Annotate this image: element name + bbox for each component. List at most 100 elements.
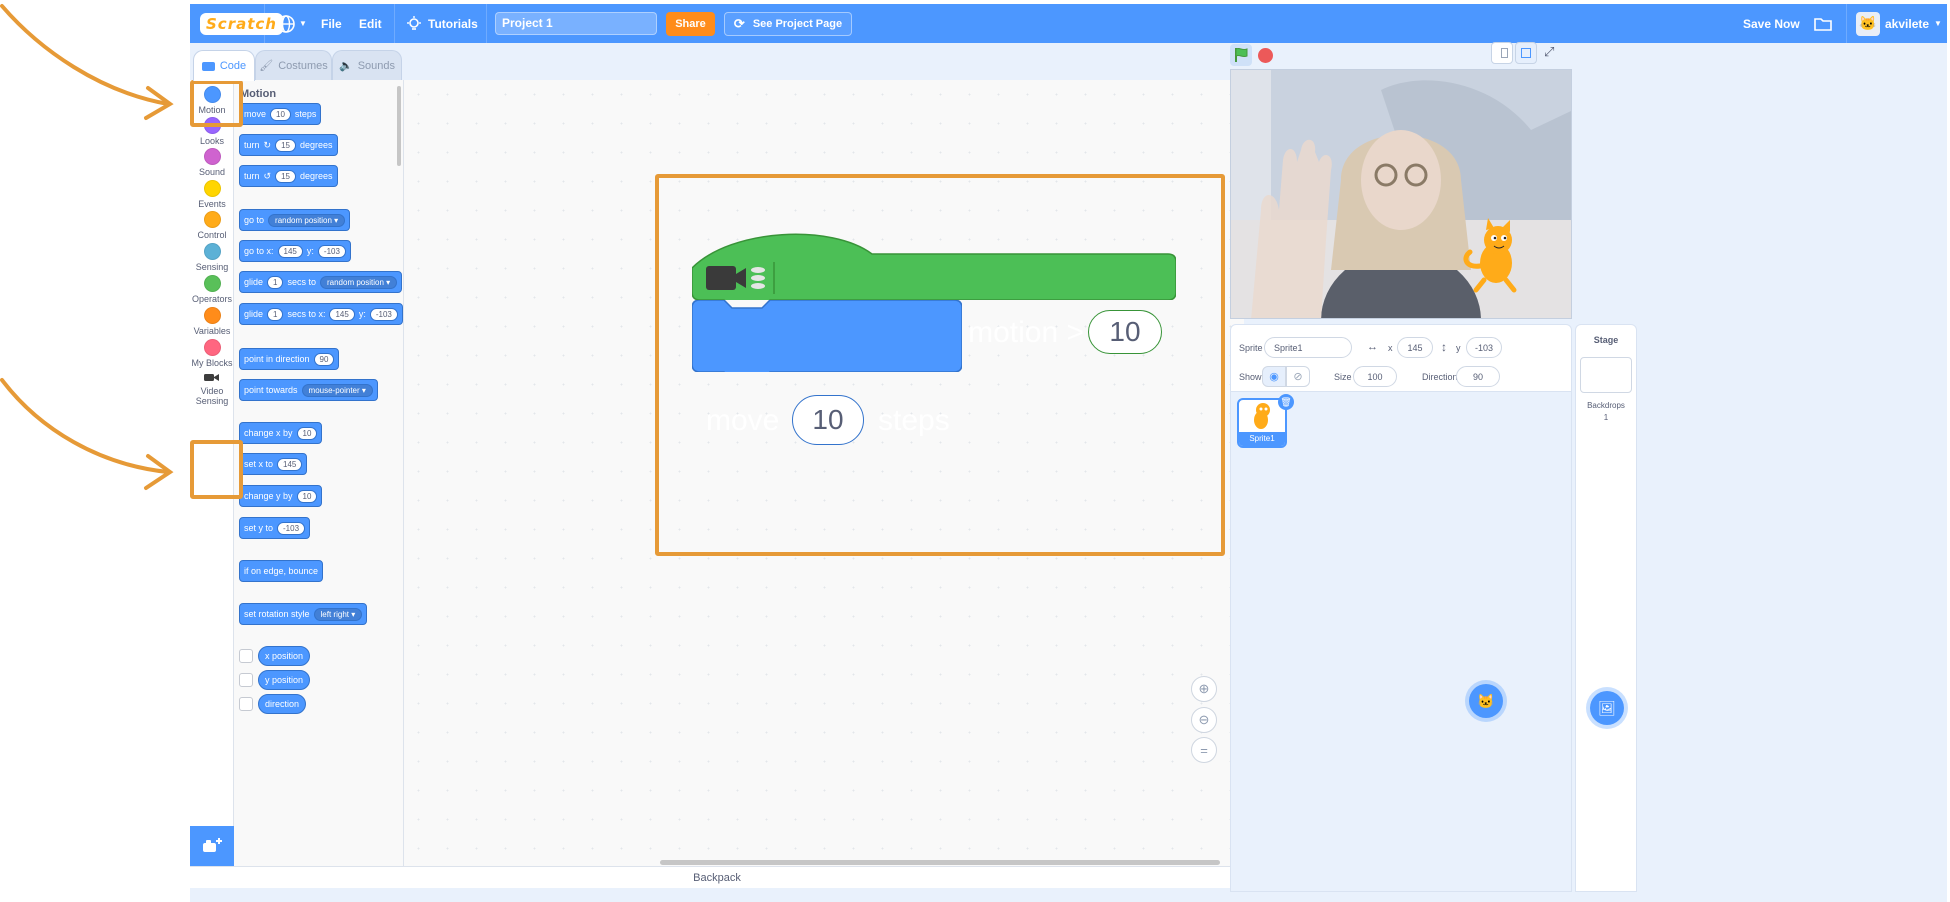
block-number-input[interactable]: 15 (275, 169, 296, 183)
choose-sprite-button[interactable]: 🐱 (1469, 684, 1503, 718)
file-menu[interactable]: File (321, 4, 342, 43)
palette-scrollbar[interactable] (397, 86, 401, 166)
category-operators[interactable]: Operators (190, 275, 234, 304)
rotate-left-icon: ↺ (263, 170, 272, 181)
block-number-input[interactable]: 145 (329, 307, 355, 321)
language-menu[interactable]: ▼ (276, 4, 307, 43)
show-sprite-button[interactable]: ◉ (1262, 366, 1286, 387)
block-dropdown[interactable]: mouse-pointer ▾ (301, 383, 373, 397)
fullscreen-button[interactable]: ⤢ (1540, 42, 1562, 64)
block-number-input[interactable]: 10 (296, 489, 318, 503)
hide-sprite-button[interactable]: ⊘ (1286, 366, 1310, 387)
block-point-towards[interactable]: point towards mouse-pointer ▾ (239, 379, 378, 401)
backdrop-add-icon: 🖼 (1598, 699, 1616, 716)
direction-checkbox[interactable] (239, 697, 253, 711)
block-change-y[interactable]: change y by 10 (239, 485, 323, 507)
zoom-in-button[interactable]: ⊕ (1191, 676, 1217, 702)
block-number-input[interactable]: 1 (267, 307, 284, 321)
share-button[interactable]: Share (666, 12, 715, 36)
tab-code-label: Code (219, 60, 247, 72)
small-stage-button[interactable] (1491, 42, 1513, 64)
stop-button[interactable] (1258, 48, 1273, 63)
block-rotation-style[interactable]: set rotation style left right ▾ (239, 603, 368, 625)
block-dropdown[interactable]: left right ▾ (313, 607, 363, 621)
x-position-checkbox[interactable] (239, 649, 253, 663)
sprite-x-input[interactable]: 145 (1397, 337, 1433, 358)
block-move-steps[interactable]: move 10 steps (239, 103, 322, 125)
block-text: steps (294, 109, 317, 119)
block-glide-to[interactable]: glide 1 secs to random position ▾ (239, 271, 403, 293)
normal-stage-button[interactable] (1515, 42, 1537, 64)
choose-backdrop-button[interactable]: 🖼 (1590, 691, 1624, 725)
workspace-horizontal-scrollbar[interactable] (660, 860, 1220, 865)
sprite-name-input[interactable]: Sprite1 (1264, 337, 1352, 358)
category-sensing[interactable]: Sensing (190, 243, 234, 272)
dropdown-value: mouse-pointer (308, 385, 360, 395)
block-number-input[interactable]: -103 (317, 244, 346, 258)
edit-menu[interactable]: Edit (359, 4, 382, 43)
dropdown-value: left right (320, 609, 349, 619)
block-glide-xy[interactable]: glide 1 secs to x: 145 y: -103 (239, 303, 403, 325)
block-number-input[interactable]: -103 (277, 521, 306, 535)
delete-sprite-button[interactable]: 🗑 (1278, 394, 1294, 410)
category-my-blocks[interactable]: My Blocks (190, 339, 234, 368)
tab-sounds[interactable]: 🔈 Sounds (332, 50, 402, 80)
block-turn-left[interactable]: turn ↺ 15 degrees (239, 165, 338, 187)
reporter-direction[interactable]: direction (258, 694, 307, 714)
block-go-to[interactable]: go to random position ▾ (239, 209, 351, 231)
block-number-input[interactable]: 1 (267, 275, 284, 289)
block-number-input[interactable]: 10 (270, 107, 291, 121)
category-events[interactable]: Events (190, 180, 234, 209)
size-label: Size (1334, 372, 1352, 382)
add-extension-button[interactable] (190, 826, 234, 866)
see-project-page-button[interactable]: ⟳ See Project Page (724, 12, 852, 36)
reporter-x-position[interactable]: x position (258, 646, 311, 666)
block-change-x[interactable]: change x by 10 (239, 422, 323, 444)
block-number-input[interactable]: 145 (277, 244, 303, 258)
category-sound[interactable]: Sound (190, 148, 234, 177)
sprite-label: Sprite (1239, 343, 1263, 353)
category-variables[interactable]: Variables (190, 307, 234, 336)
tutorials-button[interactable]: Tutorials (406, 4, 478, 43)
block-dropdown[interactable]: random position ▾ (319, 275, 398, 289)
block-set-y[interactable]: set y to -103 (239, 517, 311, 539)
block-text: if on edge, bounce (244, 566, 319, 576)
stage-thumbnail[interactable] (1580, 357, 1632, 393)
category-control[interactable]: Control (190, 211, 234, 240)
project-title-input[interactable]: Project 1 (495, 12, 657, 35)
account-menu[interactable]: 🐱 akvilete ▼ (1856, 4, 1942, 43)
tab-costumes[interactable]: 🖌 Costumes (255, 50, 332, 80)
backpack-bar[interactable]: Backpack (190, 866, 1244, 888)
add-extension-icon (203, 838, 222, 852)
scratch-logo[interactable]: Scratch (200, 4, 283, 43)
sprite-y-input[interactable]: -103 (1466, 337, 1502, 358)
stage-canvas[interactable] (1230, 69, 1572, 319)
category-video-sensing[interactable]: Video Sensing (190, 372, 234, 406)
block-number-input[interactable]: -103 (369, 307, 398, 321)
block-go-to-xy[interactable]: go to x: 145 y: -103 (239, 240, 351, 262)
block-dropdown[interactable]: random position ▾ (268, 213, 346, 227)
sprite-direction-input[interactable]: 90 (1456, 366, 1500, 387)
zoom-out-button[interactable]: ⊖ (1191, 707, 1217, 733)
avatar: 🐱 (1856, 11, 1880, 36)
block-point-direction[interactable]: point in direction 90 (239, 348, 340, 370)
zoom-reset-button[interactable]: = (1191, 737, 1217, 763)
save-now-button[interactable]: Save Now (1743, 4, 1800, 43)
block-text: y: (358, 309, 366, 319)
block-bounce[interactable]: if on edge, bounce (239, 560, 324, 582)
block-number-input[interactable]: 10 (296, 426, 318, 440)
reporter-y-position[interactable]: y position (258, 670, 311, 690)
block-number-input[interactable]: 90 (313, 352, 335, 366)
block-set-x[interactable]: set x to 145 (239, 453, 308, 475)
category-label: Sensing (195, 262, 229, 272)
green-flag-button[interactable] (1230, 44, 1252, 66)
block-turn-right[interactable]: turn ↻ 15 degrees (239, 134, 338, 156)
tab-code[interactable]: Code (193, 50, 255, 81)
stage-selector[interactable]: Stage Backdrops 1 🖼 (1575, 324, 1637, 892)
block-text: go to (244, 215, 265, 225)
block-number-input[interactable]: 15 (275, 138, 296, 152)
sprite-size-input[interactable]: 100 (1353, 366, 1397, 387)
y-position-checkbox[interactable] (239, 673, 253, 687)
my-stuff-button[interactable] (1814, 4, 1832, 43)
block-number-input[interactable]: 145 (277, 457, 303, 471)
